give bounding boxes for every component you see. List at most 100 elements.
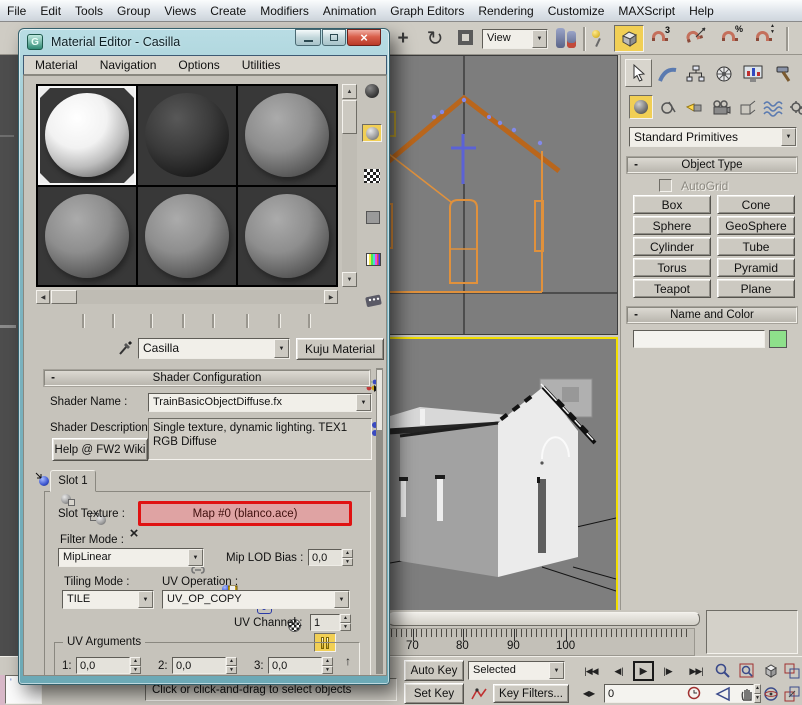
- goto-end-button[interactable]: ▶▶|: [683, 661, 709, 681]
- primitive-category-dropdown[interactable]: Standard Primitives ▼: [629, 127, 797, 147]
- menu-group[interactable]: Group: [110, 4, 157, 18]
- uv-operation-dropdown[interactable]: UV_OP_COPY ▼: [162, 590, 350, 609]
- chevron-down-icon[interactable]: ▼: [334, 591, 349, 608]
- sample-slot[interactable]: [238, 187, 336, 286]
- menu-edit[interactable]: Edit: [33, 4, 68, 18]
- slots-vertical-scrollbar[interactable]: ▲ ▼: [342, 84, 357, 287]
- angle-snap-arc-icon[interactable]: [686, 31, 699, 41]
- menu-file[interactable]: File: [0, 4, 33, 18]
- chevron-down-icon[interactable]: ▼: [549, 662, 564, 679]
- object-button-pyramid[interactable]: Pyramid: [717, 258, 795, 277]
- cameras-category-icon[interactable]: [709, 97, 733, 119]
- default-in-out-tangent-icon[interactable]: [468, 684, 490, 703]
- menu-maxscript[interactable]: MAXScript: [611, 4, 682, 18]
- menu-views[interactable]: Views: [157, 4, 203, 18]
- scroll-thumb[interactable]: [342, 100, 357, 134]
- sample-type-icon[interactable]: [362, 82, 382, 100]
- uv-arg2-input[interactable]: [172, 657, 226, 674]
- object-button-geosphere[interactable]: GeoSphere: [717, 216, 795, 235]
- material-name-dropdown[interactable]: Casilla ▼: [138, 338, 290, 359]
- maximize-button[interactable]: [322, 29, 346, 46]
- key-mode-toggle[interactable]: ◀▶: [578, 685, 600, 702]
- menu-create[interactable]: Create: [203, 4, 253, 18]
- select-rotate-icon[interactable]: ↻: [422, 25, 448, 51]
- material-type-button[interactable]: Kuju Material: [296, 338, 384, 360]
- modify-tab[interactable]: [655, 61, 681, 87]
- slots-horizontal-scrollbar[interactable]: ◀ ▶: [36, 290, 338, 304]
- mip-lod-bias-input[interactable]: [308, 549, 342, 566]
- percent-snap-icon[interactable]: %: [722, 31, 735, 41]
- params-scroll-thumb[interactable]: [377, 370, 382, 430]
- chevron-down-icon[interactable]: ▼: [274, 339, 289, 358]
- display-tab[interactable]: [739, 61, 767, 87]
- filter-mode-dropdown[interactable]: MipLinear ▼: [58, 548, 204, 567]
- motion-tab[interactable]: [711, 61, 737, 87]
- selection-set-dropdown[interactable]: Selected ▼: [468, 661, 565, 680]
- set-key-button[interactable]: Set Key: [404, 683, 464, 704]
- field-of-view-icon[interactable]: [712, 683, 734, 704]
- viewport-front[interactable]: [388, 55, 618, 335]
- key-filters-button[interactable]: Key Filters...: [493, 684, 569, 703]
- sample-slot[interactable]: [138, 187, 236, 286]
- current-time-field[interactable]: ▲▼: [604, 684, 678, 703]
- uv-arg3-spinner[interactable]: ▲▼: [322, 657, 333, 674]
- lights-category-icon[interactable]: [683, 97, 705, 119]
- backlight-icon[interactable]: [362, 124, 382, 142]
- select-and-manipulate-icon[interactable]: [592, 30, 600, 47]
- object-button-cone[interactable]: Cone: [717, 195, 795, 214]
- create-tab[interactable]: [625, 59, 652, 87]
- systems-category-icon[interactable]: [787, 97, 802, 119]
- object-button-teapot[interactable]: Teapot: [633, 279, 711, 298]
- time-configuration-icon[interactable]: [684, 684, 704, 703]
- arc-rotate-icon[interactable]: [760, 683, 782, 704]
- uv-channel-spinner[interactable]: ▲▼: [340, 614, 351, 631]
- uv-channel-input[interactable]: [310, 614, 340, 631]
- chevron-down-icon[interactable]: ▼: [188, 549, 203, 566]
- params-scrollbar[interactable]: [376, 368, 383, 674]
- scroll-up-icon[interactable]: ▲: [342, 84, 357, 99]
- menu-help[interactable]: Help: [682, 4, 721, 18]
- object-type-rollout-header[interactable]: - Object Type: [627, 157, 797, 173]
- scroll-down-icon[interactable]: ▼: [342, 272, 357, 287]
- zoom-icon[interactable]: [712, 660, 734, 681]
- select-scale-icon[interactable]: [458, 30, 473, 45]
- use-pivot-center-icon[interactable]: [556, 28, 565, 48]
- time-slider[interactable]: [388, 612, 700, 626]
- menu-rendering[interactable]: Rendering: [471, 4, 540, 18]
- pan-hand-icon[interactable]: [736, 683, 758, 704]
- reference-coordinate-dropdown[interactable]: View ▼: [482, 29, 548, 49]
- sample-slot-active[interactable]: [38, 86, 136, 185]
- object-button-plane[interactable]: Plane: [717, 279, 795, 298]
- me-menu-utilities[interactable]: Utilities: [231, 58, 292, 72]
- slot1-tab[interactable]: Slot 1: [50, 470, 96, 492]
- spacewarps-category-icon[interactable]: [761, 97, 785, 119]
- sample-uv-tiling-icon[interactable]: [363, 208, 383, 226]
- shader-configuration-rollout-header[interactable]: - Shader Configuration: [44, 370, 370, 386]
- tiling-mode-dropdown[interactable]: TILE ▼: [62, 590, 154, 609]
- slot-texture-button[interactable]: Map #0 (blanco.ace): [138, 501, 352, 526]
- background-icon[interactable]: [363, 168, 381, 184]
- object-button-sphere[interactable]: Sphere: [633, 216, 711, 235]
- me-menu-material[interactable]: Material: [24, 58, 89, 72]
- scroll-thumb[interactable]: [51, 290, 77, 304]
- uv-arg1-input[interactable]: [76, 657, 130, 674]
- shader-name-dropdown[interactable]: TrainBasicObjectDiffuse.fx ▼: [148, 393, 372, 412]
- menu-graph-editors[interactable]: Graph Editors: [383, 4, 471, 18]
- viewport-perspective-active[interactable]: [388, 337, 618, 625]
- uv-arg3-input[interactable]: [268, 657, 322, 674]
- select-move-icon[interactable]: +: [390, 26, 416, 52]
- spinner-snap-icon[interactable]: ▲▼: [756, 31, 769, 41]
- sample-slot[interactable]: [38, 187, 136, 286]
- sample-slot[interactable]: [238, 86, 336, 185]
- next-frame-button[interactable]: |▶: [657, 661, 679, 681]
- name-color-rollout-header[interactable]: - Name and Color: [627, 307, 797, 323]
- sample-slot[interactable]: [138, 86, 236, 185]
- zoom-extents-icon[interactable]: [760, 660, 782, 681]
- object-color-swatch[interactable]: [769, 330, 787, 348]
- object-name-input[interactable]: [633, 330, 765, 348]
- min-max-toggle-icon[interactable]: [782, 683, 802, 704]
- helpers-category-icon[interactable]: [737, 97, 759, 119]
- minimize-button[interactable]: [295, 29, 321, 46]
- menu-modifiers[interactable]: Modifiers: [253, 4, 316, 18]
- snap-toggle-icon[interactable]: [614, 25, 644, 52]
